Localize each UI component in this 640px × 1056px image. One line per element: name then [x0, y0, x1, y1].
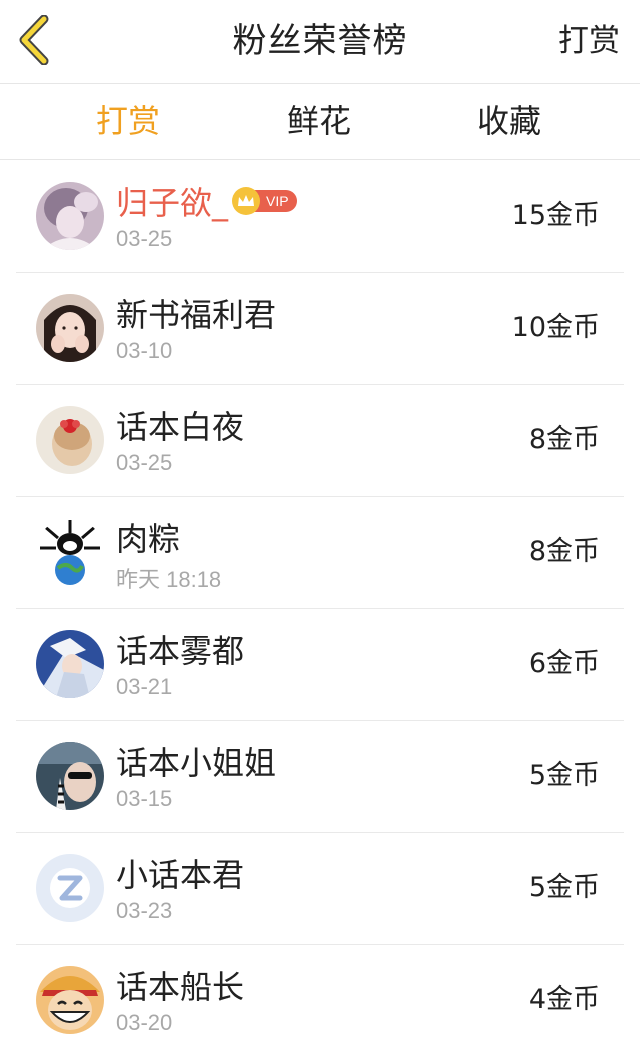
- tip-amount: 8金币: [528, 536, 600, 567]
- page-title: 粉丝荣誉榜: [232, 21, 408, 61]
- fan-row[interactable]: 话本船长 03-20 4金币: [0, 944, 640, 1056]
- fan-name[interactable]: 小话本君: [116, 850, 244, 896]
- tab-tip[interactable]: 打赏: [0, 84, 256, 160]
- avatar[interactable]: [36, 742, 104, 810]
- fan-date: 03-25: [116, 226, 173, 251]
- fan-name[interactable]: 话本小姐姐: [116, 738, 276, 784]
- fan-row[interactable]: 肉粽 昨天 18:18 8金币: [0, 496, 640, 608]
- fan-date: 03-25: [116, 450, 173, 475]
- fan-row[interactable]: 话本雾都 03-21 6金币: [0, 608, 640, 720]
- fan-name[interactable]: 话本白夜: [116, 402, 244, 448]
- avatar[interactable]: [36, 518, 104, 586]
- avatar[interactable]: [36, 966, 104, 1034]
- fan-name[interactable]: 新书福利君: [116, 290, 276, 336]
- fan-name[interactable]: 肉粽: [116, 514, 180, 560]
- fan-date: 昨天 18:18: [116, 567, 222, 592]
- tip-amount: 8金币: [528, 424, 600, 455]
- fan-date: 03-23: [116, 898, 173, 923]
- vip-badge: VIP: [232, 187, 297, 215]
- avatar[interactable]: [36, 630, 104, 698]
- avatar[interactable]: [36, 294, 104, 362]
- navigation-bar: 粉丝荣誉榜 打赏: [0, 0, 640, 84]
- fan-row[interactable]: 归子欲_ VIP 03-25 15金币: [0, 160, 640, 272]
- crown-icon: [232, 187, 261, 215]
- tab-flowers[interactable]: 鲜花: [256, 84, 382, 160]
- fan-date: 03-10: [116, 338, 173, 363]
- tip-amount: 4金币: [528, 984, 600, 1015]
- avatar[interactable]: [36, 854, 104, 922]
- fan-date: 03-20: [116, 1010, 173, 1035]
- fan-name[interactable]: 话本雾都: [116, 626, 244, 672]
- tip-amount: 6金币: [528, 648, 600, 679]
- fan-name[interactable]: 话本船长: [116, 962, 244, 1008]
- tip-button[interactable]: 打赏: [558, 0, 620, 82]
- ranking-tabs: 打赏 鲜花 收藏: [0, 84, 640, 160]
- fan-list: 归子欲_ VIP 03-25 15金币 新书福利君 03-10 10金币 话本白…: [0, 160, 640, 1056]
- fan-date: 03-21: [116, 674, 173, 699]
- avatar[interactable]: [36, 182, 104, 250]
- tip-amount: 5金币: [528, 872, 600, 903]
- fan-date: 03-15: [116, 786, 173, 811]
- fan-row[interactable]: 新书福利君 03-10 10金币: [0, 272, 640, 384]
- tip-amount: 5金币: [528, 760, 600, 791]
- tip-amount: 15金币: [511, 200, 600, 231]
- avatar[interactable]: [36, 406, 104, 474]
- fan-row[interactable]: 小话本君 03-23 5金币: [0, 832, 640, 944]
- tip-amount: 10金币: [511, 312, 600, 343]
- fan-name[interactable]: 归子欲_ VIP: [116, 178, 297, 224]
- tab-favorites[interactable]: 收藏: [382, 84, 636, 160]
- fan-row[interactable]: 话本白夜 03-25 8金币: [0, 384, 640, 496]
- fan-row[interactable]: 话本小姐姐 03-15 5金币: [0, 720, 640, 832]
